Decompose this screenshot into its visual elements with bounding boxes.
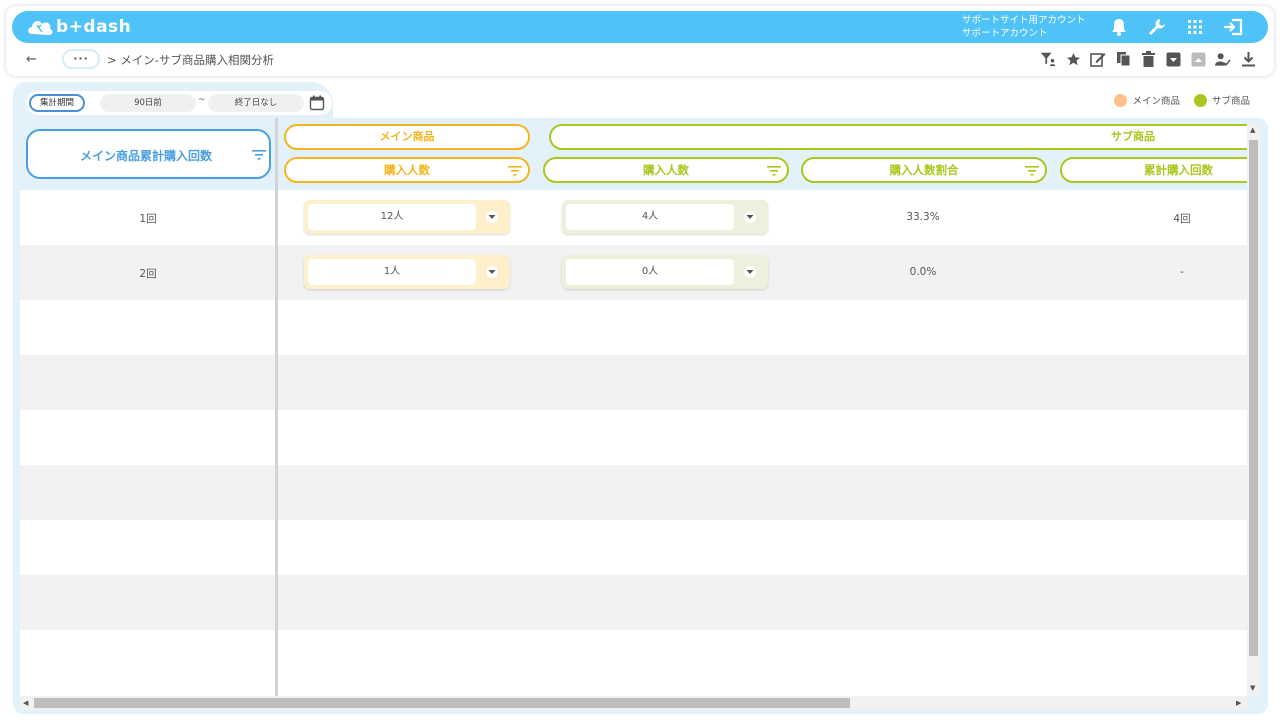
calendar-icon[interactable] [309, 95, 325, 111]
filter-icon[interactable] [767, 166, 781, 176]
user-check-icon[interactable] [1215, 50, 1231, 68]
legend-main-label: メイン商品 [1132, 96, 1180, 107]
period-end[interactable]: 終了日なし [208, 94, 304, 112]
group-sub: サブ商品 [549, 124, 1247, 150]
logo-cloud-icon [28, 21, 53, 35]
empty-row [20, 520, 1247, 575]
col-sub-ratio-label: 購入人数割合 [889, 163, 959, 177]
archive-icon[interactable] [1165, 50, 1181, 68]
empty-row [20, 355, 1247, 410]
legend-sub-dot [1193, 93, 1207, 107]
wrench-icon[interactable] [1146, 16, 1168, 38]
account-info[interactable]: サポートサイト用アカウント サポートアカウント [962, 14, 1086, 40]
col-sub-buyers[interactable]: 購入人数 [543, 157, 789, 183]
copy-icon[interactable] [1115, 50, 1131, 68]
filter-icon[interactable] [508, 166, 522, 176]
top-bar: b+dash サポートサイト用アカウント サポートアカウント [12, 11, 1268, 43]
app-header: b+dash サポートサイト用アカウント サポートアカウント ← ··· > メ… [6, 6, 1274, 76]
sub-bar: ← ··· > メイン-サブ商品購入相関分析 [6, 46, 1274, 74]
empty-row [20, 300, 1247, 355]
column-divider [275, 118, 278, 696]
horizontal-scrollbar[interactable]: ◀ ▶ [20, 696, 1247, 710]
legend-sub-label: サブ商品 [1211, 96, 1250, 107]
table-row: 1回 12人 4人 33.3% 4回 [20, 190, 1247, 245]
account-line-1: サポートサイト用アカウント [962, 15, 1086, 26]
more-button[interactable]: ··· [62, 49, 100, 69]
legend: メイン商品 サブ商品 [1114, 93, 1250, 107]
filter-icon[interactable] [1025, 166, 1039, 176]
table-row: 2回 1人 0人 0.0% - [20, 245, 1247, 300]
ratio-value: 33.3% [906, 211, 940, 223]
scroll-down-icon[interactable]: ▼ [1250, 684, 1255, 692]
col-main-buyers[interactable]: 購入人数 [284, 157, 530, 183]
back-button[interactable]: ← [26, 52, 37, 67]
col-main-buyers-label: 購入人数 [384, 163, 430, 177]
filter-user-icon[interactable] [1040, 50, 1056, 68]
chevron-down-icon [744, 266, 756, 278]
logo-text: b+dash [56, 17, 132, 37]
apps-grid-icon[interactable] [1184, 16, 1206, 38]
main-buyers-select[interactable]: 1人 [304, 255, 510, 289]
row-header-label: メイン商品累計購入回数 [80, 149, 213, 163]
col-sub-buyers-label: 購入人数 [643, 163, 689, 177]
main-buyers-value: 12人 [308, 204, 476, 230]
empty-row [20, 630, 1247, 685]
row-header[interactable]: メイン商品累計購入回数 [26, 129, 271, 179]
logout-icon[interactable] [1222, 16, 1244, 38]
sub-buyers-select[interactable]: 4人 [562, 200, 768, 234]
col-sub-cum-count[interactable]: 累計購入回数 [1060, 157, 1247, 183]
ratio-value: 0.0% [909, 266, 937, 278]
col-sub-ratio[interactable]: 購入人数割合 [801, 157, 1047, 183]
sub-buyers-select[interactable]: 0人 [562, 255, 768, 289]
chevron-down-icon [486, 211, 498, 223]
sub-buyers-value: 0人 [566, 259, 734, 285]
empty-row [20, 465, 1247, 520]
toolbar [1040, 50, 1256, 68]
main-buyers-value: 1人 [308, 259, 476, 285]
sub-buyers-value: 4人 [566, 204, 734, 230]
period-start[interactable]: 90日前 [100, 94, 196, 112]
col-sub-cum-count-label: 累計購入回数 [1144, 163, 1213, 177]
period-selector: 集計期間 90日前 ~ 終了日なし [26, 91, 332, 115]
scroll-up-icon[interactable]: ▲ [1250, 126, 1255, 134]
row-count: 2回 [139, 268, 157, 280]
bell-icon[interactable] [1108, 16, 1130, 38]
period-separator: ~ [198, 95, 206, 105]
main-buyers-select[interactable]: 12人 [304, 200, 510, 234]
data-table: メイン商品累計購入回数 メイン商品 サブ商品 購入人数 購入人数 購入人数割合 … [20, 118, 1247, 696]
star-icon[interactable] [1065, 50, 1081, 68]
scroll-right-icon[interactable]: ▶ [1236, 699, 1241, 707]
vertical-scrollbar[interactable]: ▲ ▼ [1247, 124, 1260, 696]
account-line-2: サポートアカウント [962, 28, 1048, 39]
filter-icon[interactable] [252, 150, 266, 160]
breadcrumb: > メイン-サブ商品購入相関分析 [107, 53, 274, 67]
chevron-down-icon [744, 211, 756, 223]
cum-value: 4回 [1173, 213, 1191, 225]
horizontal-scroll-thumb[interactable] [34, 698, 850, 708]
group-main: メイン商品 [284, 124, 530, 150]
chevron-down-icon [486, 266, 498, 278]
unarchive-icon[interactable] [1190, 50, 1206, 68]
edit-icon[interactable] [1090, 50, 1106, 68]
cum-value: - [1180, 266, 1184, 278]
period-label[interactable]: 集計期間 [29, 94, 85, 112]
scroll-left-icon[interactable]: ◀ [23, 699, 28, 707]
empty-row [20, 410, 1247, 465]
trash-icon[interactable] [1140, 50, 1156, 68]
download-icon[interactable] [1240, 50, 1256, 68]
empty-row [20, 575, 1247, 630]
vertical-scroll-thumb[interactable] [1249, 140, 1258, 656]
legend-main-dot [1114, 93, 1128, 107]
logo[interactable]: b+dash [26, 15, 131, 39]
row-count: 1回 [139, 213, 157, 225]
